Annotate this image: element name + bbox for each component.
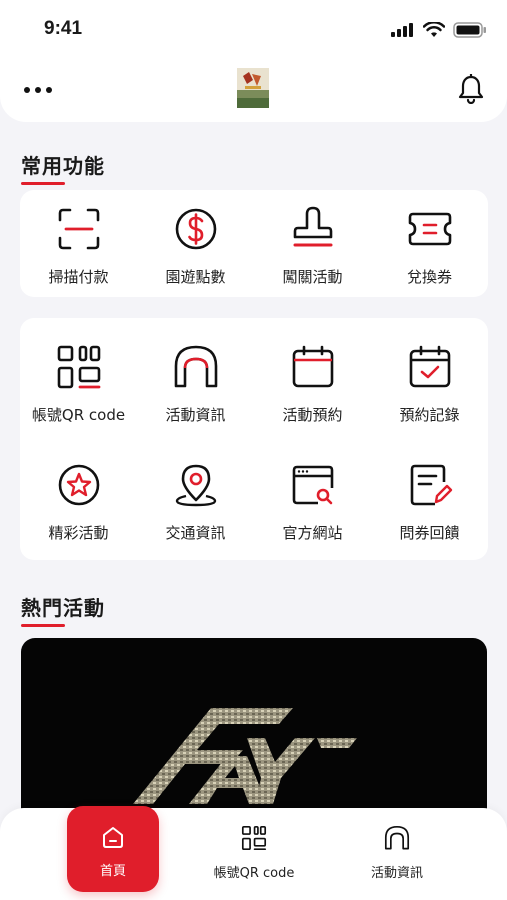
survey-edit-icon <box>410 464 452 506</box>
more-functions-card: 帳號QR code 活動資訊 活動預約 預約記錄 精彩活動 交通資訊 官方網站 … <box>20 318 488 560</box>
calendar-icon <box>292 345 333 388</box>
location-pin-icon <box>175 464 216 507</box>
function-challenge-activity[interactable]: 闖關活動 <box>254 204 371 287</box>
dollar-coin-icon <box>175 208 216 250</box>
function-label: 帳號QR code <box>31 406 126 424</box>
function-label: 交通資訊 <box>165 524 226 542</box>
tab-home[interactable]: 首頁 <box>67 806 159 892</box>
calendar-check-icon <box>409 345 450 388</box>
tab-label: 活動資訊 <box>370 866 423 881</box>
cellular-signal-icon <box>391 23 413 37</box>
tab-label: 帳號QR code <box>213 866 295 881</box>
browser-search-icon <box>292 465 333 505</box>
app-header <box>0 56 507 122</box>
function-label: 預約記錄 <box>399 406 460 424</box>
qr-code-icon <box>241 825 267 851</box>
function-label: 兌換券 <box>406 268 452 286</box>
battery-icon <box>453 22 486 38</box>
title-underline <box>21 624 65 627</box>
ticket-icon <box>408 212 451 246</box>
bell-icon[interactable] <box>457 74 485 104</box>
bottom-tab-bar: 首頁 帳號QR code 活動資訊 <box>0 806 507 900</box>
title-underline <box>21 182 65 185</box>
home-icon <box>103 827 123 848</box>
function-label: 掃描付款 <box>48 268 109 286</box>
tab-activity-info[interactable]: 活動資訊 <box>352 824 442 881</box>
stamp-icon <box>293 206 332 247</box>
section-title-common-functions: 常用功能 <box>21 150 105 185</box>
status-bar: 9:41 <box>0 0 507 56</box>
function-label: 闖關活動 <box>282 268 343 286</box>
function-vouchers[interactable]: 兌換券 <box>371 204 488 287</box>
function-label: 活動資訊 <box>165 406 226 424</box>
star-circle-icon <box>58 464 99 506</box>
function-label: 問券回饋 <box>399 524 460 542</box>
qr-code-icon <box>57 345 100 389</box>
more-horizontal-icon[interactable] <box>22 78 56 102</box>
status-time: 9:41 <box>44 18 83 39</box>
section-title-text: 熱門活動 <box>21 596 105 620</box>
function-label: 活動預約 <box>282 406 343 424</box>
section-title-hot-events: 熱門活動 <box>21 592 105 627</box>
function-transport-info[interactable]: 交通資訊 <box>137 460 254 543</box>
function-activity-info[interactable]: 活動資訊 <box>137 342 254 425</box>
status-icons <box>391 22 487 38</box>
arch-icon <box>384 825 410 850</box>
function-label: 官方網站 <box>282 524 343 542</box>
function-garden-points[interactable]: 園遊點數 <box>137 204 254 287</box>
arch-icon <box>174 345 217 388</box>
function-featured-activities[interactable]: 精彩活動 <box>20 460 137 543</box>
function-activity-booking[interactable]: 活動預約 <box>254 342 371 425</box>
function-survey-feedback[interactable]: 問券回饋 <box>371 460 488 543</box>
function-account-qr-code[interactable]: 帳號QR code <box>20 342 137 425</box>
function-label: 園遊點數 <box>165 268 226 286</box>
function-scan-payment[interactable]: 掃描付款 <box>20 204 137 287</box>
quick-actions-card: 掃描付款 園遊點數 闖關活動 兌換券 <box>20 190 488 297</box>
scan-icon <box>58 208 99 250</box>
tab-label: 首頁 <box>99 864 126 879</box>
wifi-icon <box>423 22 445 37</box>
section-title-text: 常用功能 <box>21 154 105 178</box>
app-logo <box>237 68 269 108</box>
function-official-website[interactable]: 官方網站 <box>254 460 371 543</box>
function-booking-records[interactable]: 預約記錄 <box>371 342 488 425</box>
tab-account-qr-code[interactable]: 帳號QR code <box>204 824 304 881</box>
function-label: 精彩活動 <box>48 524 109 542</box>
